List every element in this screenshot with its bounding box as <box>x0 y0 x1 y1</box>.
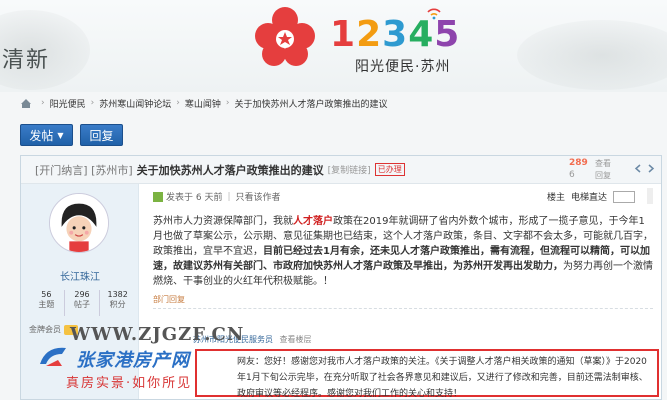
scroll-handle[interactable] <box>647 188 653 204</box>
ink-calligraphy: 清新 <box>2 48 51 73</box>
breadcrumb-link[interactable]: 阳光便民 <box>50 97 86 110</box>
post-body: 苏州市人力资源保障部门，我就人才落户政策在2019年就调研了省内外数个城市，形成… <box>153 216 653 287</box>
breadcrumb-link[interactable]: 苏州寒山闻钟论坛 <box>99 97 171 110</box>
watermark: WWW.ZJGZF.CN 张家港房产网 真房实景·如你所见 <box>36 320 336 400</box>
home-icon[interactable] <box>20 98 32 109</box>
post-meta-right: 楼主 电梯直达 <box>547 190 635 203</box>
site-banner: 清新 12345 阳光便民·苏州 <box>0 0 667 92</box>
divider <box>153 308 653 309</box>
post-meta: 发表于 6 天前 | 只看该作者 <box>153 190 281 203</box>
meta-divider: | <box>227 191 231 202</box>
replies-label: 回复 <box>595 171 611 180</box>
copy-link[interactable]: [复制链接] <box>328 163 371 176</box>
status-badge: 已办理 <box>374 163 405 176</box>
avatar[interactable] <box>49 193 109 253</box>
reply-button-label: 回复 <box>89 128 114 143</box>
breadcrumb: › 阳光便民 › 苏州寒山闻钟论坛 › 寒山闻钟 › 关于加快苏州人才落户政策推… <box>20 96 388 110</box>
views-count: 289 <box>569 158 588 168</box>
chevron-down-icon: ▼ <box>57 130 64 140</box>
logo-subtitle: 阳光便民·苏州 <box>355 59 451 75</box>
author-points[interactable]: 1382 积分 <box>100 290 135 316</box>
only-author-link[interactable]: 只看该作者 <box>236 190 281 203</box>
views-label: 查看 <box>595 159 611 168</box>
thread-stats: 289 查看 6 回复 <box>565 158 631 182</box>
post-time: 发表于 6 天前 <box>166 193 223 203</box>
reply-button[interactable]: 回复 <box>80 124 123 146</box>
author-threads[interactable]: 56 主题 <box>29 290 65 316</box>
thread-tags: [开门纳言] [苏州市] <box>35 163 133 177</box>
dept-reply-label: 部门回复 <box>153 295 185 304</box>
breadcrumb-separator: › <box>41 98 45 108</box>
post-button-label: 发帖 <box>29 128 54 143</box>
ink-decoration-right <box>517 20 667 90</box>
watermark-name: 张家港房产网 <box>76 350 190 371</box>
author-posts[interactable]: 296 帖子 <box>65 290 101 316</box>
logo-flower-icon <box>255 7 315 66</box>
thread-title-bar: [开门纳言] [苏州市] 关于加快苏州人才落户政策推出的建议 [复制链接] 已办… <box>21 156 661 184</box>
post-icon <box>153 191 163 202</box>
logo-number: 12345 <box>330 14 461 55</box>
breadcrumb-separator: › <box>90 98 95 108</box>
arrow-left-icon[interactable] <box>634 164 643 173</box>
jump-floor-input[interactable] <box>613 190 635 203</box>
arrow-right-icon[interactable] <box>646 164 655 173</box>
author-username[interactable]: 长江珠江 <box>21 268 139 283</box>
thread-nav <box>634 164 655 173</box>
keyword-highlight: 人才落户 <box>293 216 333 227</box>
watermark-url: WWW.ZJGZF.CN <box>70 324 245 345</box>
post-button[interactable]: 发帖 ▼ <box>20 124 73 146</box>
watermark-slogan: 真房实景·如你所见 <box>66 376 193 391</box>
breadcrumb-current: 关于加快苏州人才落户政策推出的建议 <box>234 99 388 110</box>
breadcrumb-separator: › <box>225 98 230 108</box>
thread-title: 关于加快苏州人才落户政策推出的建议 <box>136 163 324 177</box>
breadcrumb-separator: › <box>176 98 180 108</box>
jump-label: 电梯直达 <box>570 193 607 203</box>
breadcrumb-link[interactable]: 寒山闻钟 <box>185 97 221 110</box>
floor-label: 楼主 <box>546 193 565 203</box>
wifi-icon <box>427 8 441 20</box>
replies-count: 6 <box>569 170 575 180</box>
author-stats: 56 主题 296 帖子 1382 积分 <box>29 290 135 316</box>
